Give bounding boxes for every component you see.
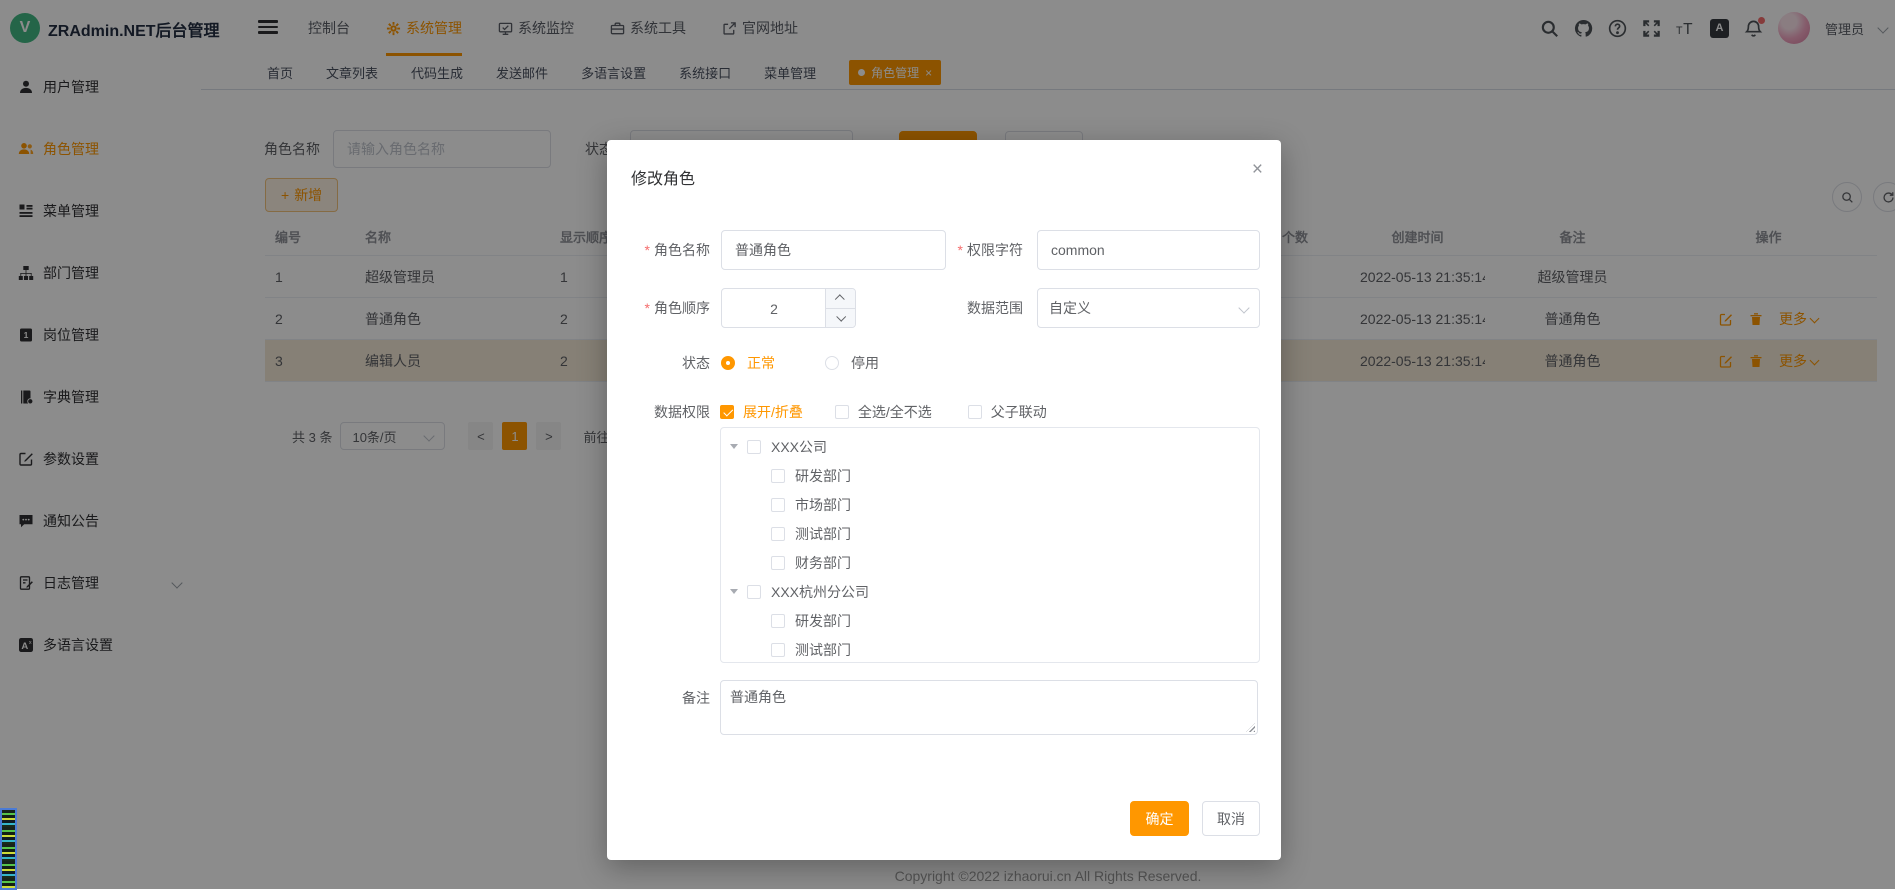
tree-node-checkbox[interactable] [771, 556, 785, 570]
tree-node-checkbox[interactable] [771, 469, 785, 483]
cancel-label: 取消 [1217, 809, 1245, 829]
tree-node-label: 财务部门 [795, 553, 851, 573]
remark-textarea[interactable]: 普通角色 [720, 680, 1258, 735]
confirm-label: 确定 [1146, 809, 1174, 829]
tree-node-label: 测试部门 [795, 524, 851, 544]
role-order-stepper [721, 288, 856, 328]
role-name-label: *角色名称 [607, 230, 710, 270]
tree-node-label: 研发部门 [795, 466, 851, 486]
close-icon[interactable]: × [1252, 160, 1263, 179]
role-name-input-wrap [721, 230, 946, 270]
role-name-input[interactable] [733, 241, 934, 259]
data-scope-label: 数据范围 [920, 288, 1023, 328]
data-scope-select[interactable]: 自定义 [1037, 288, 1260, 328]
tree-node-checkbox[interactable] [771, 643, 785, 657]
expand-collapse-checkbox[interactable] [720, 405, 734, 419]
stepper-down-button[interactable] [826, 309, 855, 328]
tree-node-checkbox[interactable] [747, 585, 761, 599]
perm-char-label: *权限字符 [920, 230, 1023, 270]
expand-collapse-label: 展开/折叠 [743, 402, 803, 422]
tree-node[interactable]: 研发部门 [721, 461, 1259, 490]
role-order-label: *角色顺序 [607, 288, 710, 328]
remark-label: 备注 [607, 688, 710, 708]
remark-value: 普通角色 [730, 689, 786, 705]
dialog-title: 修改角色 [631, 165, 695, 189]
tree-node-label: XXX公司 [771, 437, 827, 457]
tree-node-label: 市场部门 [795, 495, 851, 515]
tree-node-label: XXX杭州分公司 [771, 582, 869, 602]
cancel-button[interactable]: 取消 [1202, 801, 1260, 836]
data-scope-value: 自定义 [1049, 298, 1091, 318]
select-all-label: 全选/全不选 [858, 402, 932, 422]
confirm-button[interactable]: 确定 [1130, 801, 1189, 836]
status-label: 状态 [607, 344, 710, 382]
tree-node[interactable]: 测试部门 [721, 519, 1259, 548]
tree-node-checkbox[interactable] [771, 527, 785, 541]
chevron-up-icon [835, 294, 845, 304]
parent-child-link-checkbox[interactable] [968, 405, 982, 419]
tree-node-label: 研发部门 [795, 611, 851, 631]
radio-normal[interactable] [721, 356, 735, 370]
tree-node[interactable]: 市场部门 [721, 490, 1259, 519]
stats-widget[interactable] [0, 808, 17, 890]
perm-char-input[interactable] [1049, 241, 1248, 259]
tree-node-label: 测试部门 [795, 640, 851, 660]
edit-role-dialog: 修改角色 × *角色名称 *权限字符 *角色顺序 数据范围 自定义 状态 正常 … [607, 140, 1281, 860]
tree-expand-icon[interactable] [730, 589, 738, 594]
chevron-down-icon [836, 312, 846, 322]
radio-normal-label: 正常 [747, 353, 775, 373]
required-star: * [645, 242, 650, 258]
tree-node-checkbox[interactable] [771, 614, 785, 628]
required-star: * [645, 300, 650, 316]
tree-node[interactable]: XXX公司 [721, 432, 1259, 461]
tree-option-checkboxes: 展开/折叠 全选/全不选 父子联动 [720, 393, 1047, 431]
radio-disabled-label: 停用 [851, 353, 879, 373]
required-star: * [958, 242, 963, 258]
radio-disabled[interactable] [825, 356, 839, 370]
department-tree: XXX公司 研发部门 市场部门 测试部门 财务部门 XXX杭州分公司 研发部门 [720, 427, 1260, 663]
data-permission-label: 数据权限 [607, 393, 710, 431]
stepper-up-button[interactable] [826, 289, 855, 309]
tree-node[interactable]: 测试部门 [721, 635, 1259, 663]
select-all-checkbox[interactable] [835, 405, 849, 419]
role-order-input[interactable] [722, 289, 826, 329]
tree-node[interactable]: 财务部门 [721, 548, 1259, 577]
parent-child-link-label: 父子联动 [991, 402, 1047, 422]
tree-expand-icon[interactable] [730, 444, 738, 449]
perm-char-input-wrap [1037, 230, 1260, 270]
status-radio-group: 正常 停用 [721, 344, 879, 382]
chevron-down-icon [1238, 302, 1249, 313]
resize-handle-icon[interactable] [1246, 723, 1255, 732]
tree-node-checkbox[interactable] [771, 498, 785, 512]
tree-node-checkbox[interactable] [747, 440, 761, 454]
tree-node[interactable]: 研发部门 [721, 606, 1259, 635]
tree-node[interactable]: XXX杭州分公司 [721, 577, 1259, 606]
